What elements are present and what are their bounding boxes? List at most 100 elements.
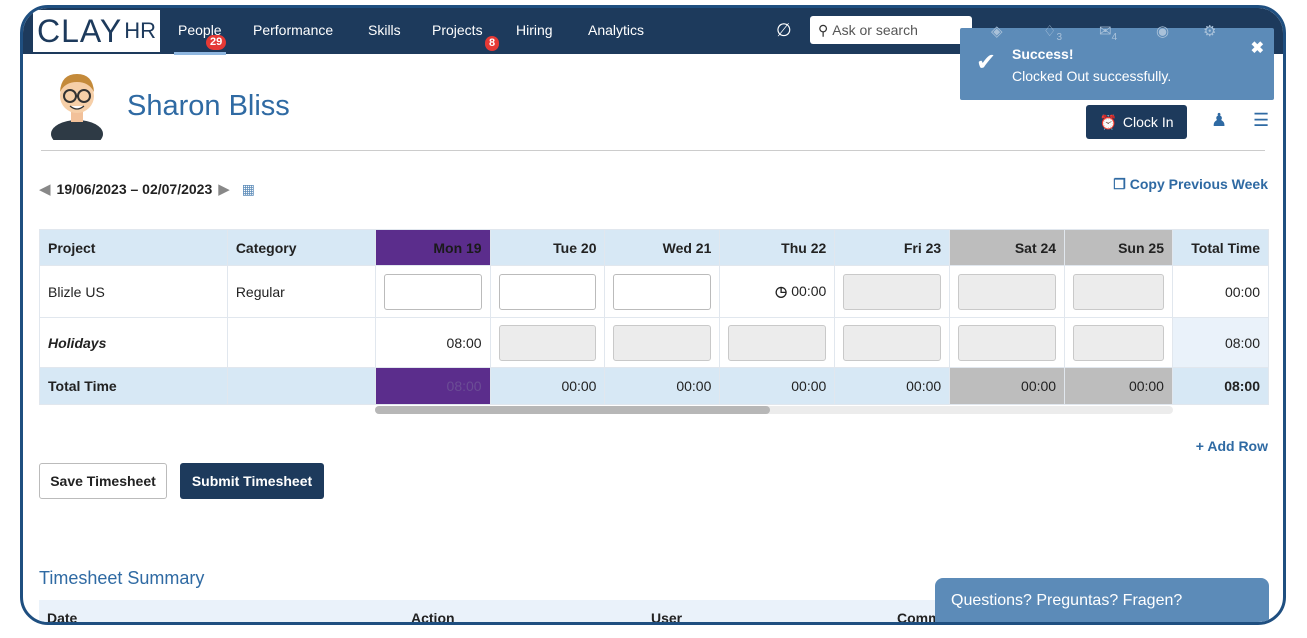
hours-input-disabled	[843, 324, 942, 361]
toast-title: Success!	[1012, 46, 1074, 62]
col-tue: Tue 20	[489, 229, 606, 266]
hours-input[interactable]	[498, 273, 597, 310]
table-header-row: Project Category Mon 19 Tue 20 Wed 21 Th…	[39, 229, 1270, 266]
col-sat: Sat 24	[949, 229, 1066, 266]
date-range-text: 19/06/2023 – 02/07/2023	[56, 181, 213, 197]
thu-cell	[719, 317, 836, 368]
table-row: Holidays 08:00 08:00	[39, 317, 1270, 368]
col-project: Project	[39, 229, 228, 266]
hours-input-disabled	[728, 324, 827, 361]
date-range: ◀ 19/06/2023 – 02/07/2023 ▶ ▦	[39, 180, 255, 199]
total-mon: 08:00	[374, 367, 491, 405]
wed-cell	[604, 317, 721, 368]
avatar	[51, 74, 103, 140]
hours-input-disabled	[613, 324, 712, 361]
clock-icon: ◷	[775, 283, 788, 299]
bell-icon[interactable]: ♢3	[1043, 22, 1062, 43]
mon-cell	[374, 265, 491, 318]
hours-input-disabled	[958, 273, 1057, 310]
wed-cell	[604, 265, 721, 318]
nav-projects[interactable]: Projects	[432, 22, 483, 38]
toast-message: Clocked Out successfully.	[1012, 68, 1172, 84]
prev-week-icon[interactable]: ◀	[39, 180, 51, 198]
totals-label: Total Time	[39, 367, 228, 405]
app-window: CLAY HR People 29 Performance Skills Pro…	[20, 5, 1286, 625]
col-sun: Sun 25	[1064, 229, 1173, 266]
submit-timesheet-button[interactable]: Submit Timesheet	[180, 463, 324, 499]
col-mon: Mon 19	[374, 229, 491, 266]
calendar-icon[interactable]: ▦	[242, 181, 255, 198]
search-input[interactable]: ⚲ Ask or search	[810, 16, 972, 44]
nav-analytics[interactable]: Analytics	[588, 22, 644, 38]
sat-cell	[949, 265, 1066, 318]
search-icon: ⚲	[818, 21, 829, 38]
table-row: Blizle US Regular ◷ 00:00 00:00	[39, 265, 1270, 318]
header-divider	[41, 150, 1265, 151]
gear-icon[interactable]: ⚙	[1203, 22, 1216, 40]
row-category: Regular	[226, 265, 376, 318]
row-category	[226, 317, 376, 368]
help-chat-button[interactable]: Questions? Preguntas? Fragen?	[935, 578, 1269, 622]
row-total: 00:00	[1171, 265, 1270, 318]
next-week-icon[interactable]: ▶	[218, 180, 230, 198]
tue-cell	[489, 317, 606, 368]
hours-input-disabled	[498, 324, 597, 361]
thu-value: 00:00	[791, 283, 827, 299]
fri-cell	[834, 317, 951, 368]
col-category: Category	[226, 229, 376, 266]
close-icon[interactable]: ✖	[1251, 38, 1264, 58]
nav-skills[interactable]: Skills	[368, 22, 401, 38]
col-fri: Fri 23	[834, 229, 951, 266]
horizontal-scrollbar[interactable]	[375, 406, 1173, 414]
mail-icon[interactable]: ✉4	[1099, 22, 1117, 43]
user-icon[interactable]: ♟	[1211, 110, 1227, 131]
employee-name: Sharon Bliss	[127, 90, 290, 122]
summary-col-date: Date	[47, 610, 78, 625]
summary-col-user: User	[651, 610, 683, 625]
timer-off-icon[interactable]: ∅	[776, 20, 792, 41]
hours-input-disabled	[958, 324, 1057, 361]
hours-input[interactable]	[613, 273, 712, 310]
sun-cell	[1064, 317, 1173, 368]
notification-badge: 3	[1056, 32, 1063, 43]
mon-cell: 08:00	[374, 317, 491, 368]
row-project: Holidays	[39, 317, 228, 368]
scrollbar-thumb[interactable]	[375, 406, 770, 414]
nav-performance[interactable]: Performance	[253, 22, 333, 38]
total-tue: 00:00	[489, 367, 606, 405]
save-timesheet-button[interactable]: Save Timesheet	[39, 463, 167, 499]
clock-in-button[interactable]: ⏰ Clock In	[1086, 105, 1187, 139]
clayhr-logo[interactable]: CLAY HR	[33, 10, 160, 52]
sat-cell	[949, 317, 1066, 368]
hours-input-disabled	[1073, 324, 1164, 361]
timesheet-summary-title: Timesheet Summary	[39, 568, 205, 588]
copy-previous-week-link[interactable]: ❐ Copy Previous Week	[1113, 176, 1268, 193]
row-project: Blizle US	[39, 265, 228, 318]
timesheet-table: Project Category Mon 19 Tue 20 Wed 21 Th…	[39, 229, 1270, 405]
grand-total: 08:00	[1171, 367, 1270, 405]
copy-previous-label: Copy Previous Week	[1129, 176, 1268, 192]
col-total: Total Time	[1171, 229, 1270, 266]
add-row-link[interactable]: + Add Row	[1196, 438, 1268, 454]
projects-badge: 8	[485, 36, 500, 51]
list-icon[interactable]: ☰	[1253, 110, 1269, 131]
hours-input[interactable]	[383, 273, 482, 310]
totals-category	[226, 367, 376, 405]
thu-cell[interactable]: ◷ 00:00	[719, 265, 836, 318]
total-thu: 00:00	[719, 367, 836, 405]
layers-icon[interactable]: ◈	[991, 22, 1003, 40]
col-thu: Thu 22	[719, 229, 836, 266]
col-wed: Wed 21	[604, 229, 721, 266]
check-icon: ✔	[976, 49, 997, 76]
mail-badge: 4	[1111, 32, 1118, 43]
logo-sub-text: HR	[124, 18, 156, 43]
total-sat: 00:00	[949, 367, 1066, 405]
total-fri: 00:00	[834, 367, 951, 405]
sun-cell	[1064, 265, 1173, 318]
copy-icon: ❐	[1113, 176, 1126, 192]
help-icon[interactable]: ◉	[1156, 22, 1169, 40]
nav-hiring[interactable]: Hiring	[516, 22, 553, 38]
tue-cell	[489, 265, 606, 318]
hours-input-disabled	[843, 273, 942, 310]
people-badge: 29	[206, 35, 227, 50]
